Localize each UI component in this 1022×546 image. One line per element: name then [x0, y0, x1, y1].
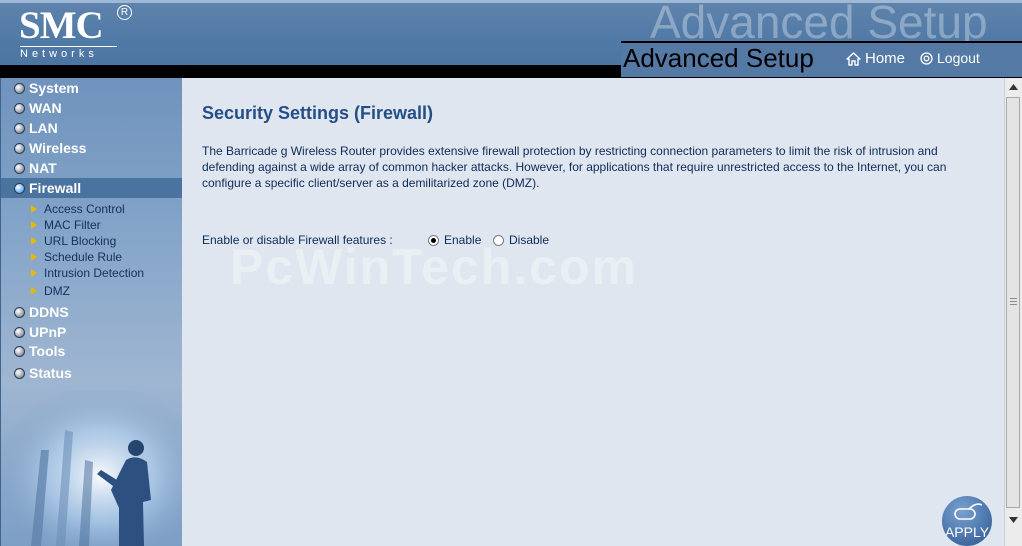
bullet-icon: [14, 367, 25, 379]
logout-link[interactable]: Logout: [920, 50, 980, 66]
sidebar-illustration: [1, 390, 182, 546]
home-link[interactable]: Home: [846, 50, 905, 67]
radio-enable-input[interactable]: [428, 234, 439, 246]
subitem-access-control[interactable]: Access Control: [31, 201, 125, 217]
page-section-title: Advanced Setup: [621, 41, 832, 79]
sidebar-item-label: Firewall: [29, 180, 82, 196]
bullet-icon: [14, 82, 25, 94]
sidebar-item-label: WAN: [29, 100, 62, 116]
firewall-disable-radio[interactable]: Disable: [493, 233, 549, 247]
arrow-right-icon: [31, 237, 37, 245]
sidebar-item-lan[interactable]: LAN: [1, 118, 182, 138]
bullet-icon: [14, 162, 25, 174]
bullet-icon: [14, 345, 25, 357]
subitem-label: Access Control: [44, 202, 125, 216]
sidebar-item-label: LAN: [29, 120, 58, 136]
apply-label: APPLY: [944, 524, 990, 540]
subitem-label: DMZ: [44, 284, 70, 298]
subitem-schedule-rule[interactable]: Schedule Rule: [31, 249, 122, 265]
radio-enable-label: Enable: [444, 233, 482, 247]
scroll-up-button[interactable]: [1005, 78, 1022, 95]
subitem-label: URL Blocking: [44, 234, 117, 248]
arrow-right-icon: [31, 269, 37, 277]
home-label: Home: [865, 50, 906, 67]
subitem-label: Intrusion Detection: [44, 266, 145, 280]
arrow-right-icon: [31, 205, 37, 213]
bullet-icon: [14, 326, 25, 338]
bullet-icon: [14, 306, 25, 318]
sidebar-nav: System WAN LAN Wireless NAT Firewall Acc…: [0, 78, 182, 546]
main-content: Security Settings (Firewall) The Barrica…: [182, 78, 1004, 546]
home-icon: [846, 51, 861, 66]
header-black-bar: [0, 65, 621, 78]
sidebar-item-label: Status: [29, 365, 72, 381]
page-title: Security Settings (Firewall): [202, 103, 434, 123]
scroll-thumb[interactable]: [1006, 97, 1020, 508]
bullet-icon: [14, 102, 25, 114]
sidebar-item-firewall[interactable]: Firewall: [1, 178, 182, 198]
sidebar-item-upnp[interactable]: UPnP: [1, 322, 182, 342]
router-admin-page: Advanced Setup SMC R Networks Advanced S…: [0, 0, 1022, 546]
sidebar-item-label: System: [29, 80, 79, 96]
subitem-label: Schedule Rule: [44, 250, 123, 264]
logo-networks-text: Networks: [20, 48, 98, 60]
bullet-icon: [14, 142, 25, 154]
sidebar-item-label: NAT: [29, 160, 57, 176]
apply-icon: [954, 503, 983, 520]
arrow-right-icon: [31, 221, 37, 229]
arrow-right-icon: [31, 287, 37, 295]
arrow-down-icon: [1009, 516, 1018, 523]
sidebar-item-wireless[interactable]: Wireless: [1, 138, 182, 158]
sidebar-item-ddns[interactable]: DDNS: [1, 302, 182, 322]
sidebar-item-label: Tools: [29, 343, 66, 359]
subitem-dmz[interactable]: DMZ: [31, 283, 70, 299]
radio-disable-input[interactable]: [493, 234, 504, 246]
bullet-icon: [14, 182, 25, 194]
grip-icon: [1010, 298, 1017, 307]
header-banner: Advanced Setup SMC R Networks Advanced S…: [0, 0, 1022, 79]
arrow-right-icon: [31, 253, 37, 261]
sidebar-item-status[interactable]: Status: [1, 363, 182, 383]
arrow-up-icon: [1009, 83, 1018, 90]
power-icon: [920, 51, 933, 65]
logout-label: Logout: [937, 50, 980, 66]
subitem-url-blocking[interactable]: URL Blocking: [31, 233, 116, 249]
sidebar-item-label: Wireless: [29, 140, 87, 156]
sidebar-item-nat[interactable]: NAT: [1, 158, 182, 178]
scroll-down-button[interactable]: [1005, 511, 1022, 528]
firewall-toggle-label: Enable or disable Firewall features :: [202, 233, 393, 247]
apply-button[interactable]: APPLY: [942, 496, 992, 546]
sidebar-item-system[interactable]: System: [1, 78, 182, 98]
sidebar-item-tools[interactable]: Tools: [1, 341, 182, 361]
firewall-enable-radio[interactable]: Enable: [428, 233, 481, 247]
subitem-mac-filter[interactable]: MAC Filter: [31, 217, 101, 233]
subitem-label: MAC Filter: [44, 218, 101, 232]
bullet-icon: [14, 122, 25, 134]
vertical-scrollbar[interactable]: [1004, 78, 1022, 546]
header-nav: Home Logout: [829, 41, 1022, 79]
page-description: The Barricade g Wireless Router provides…: [202, 144, 947, 190]
smc-logo: SMC: [19, 4, 104, 47]
sidebar-item-wan[interactable]: WAN: [1, 98, 182, 118]
registered-mark: R: [117, 5, 132, 20]
subitem-intrusion-detection[interactable]: Intrusion Detection: [31, 265, 144, 281]
sidebar-item-label: DDNS: [29, 304, 69, 320]
sidebar-item-label: UPnP: [29, 324, 67, 340]
radio-disable-label: Disable: [509, 233, 550, 247]
